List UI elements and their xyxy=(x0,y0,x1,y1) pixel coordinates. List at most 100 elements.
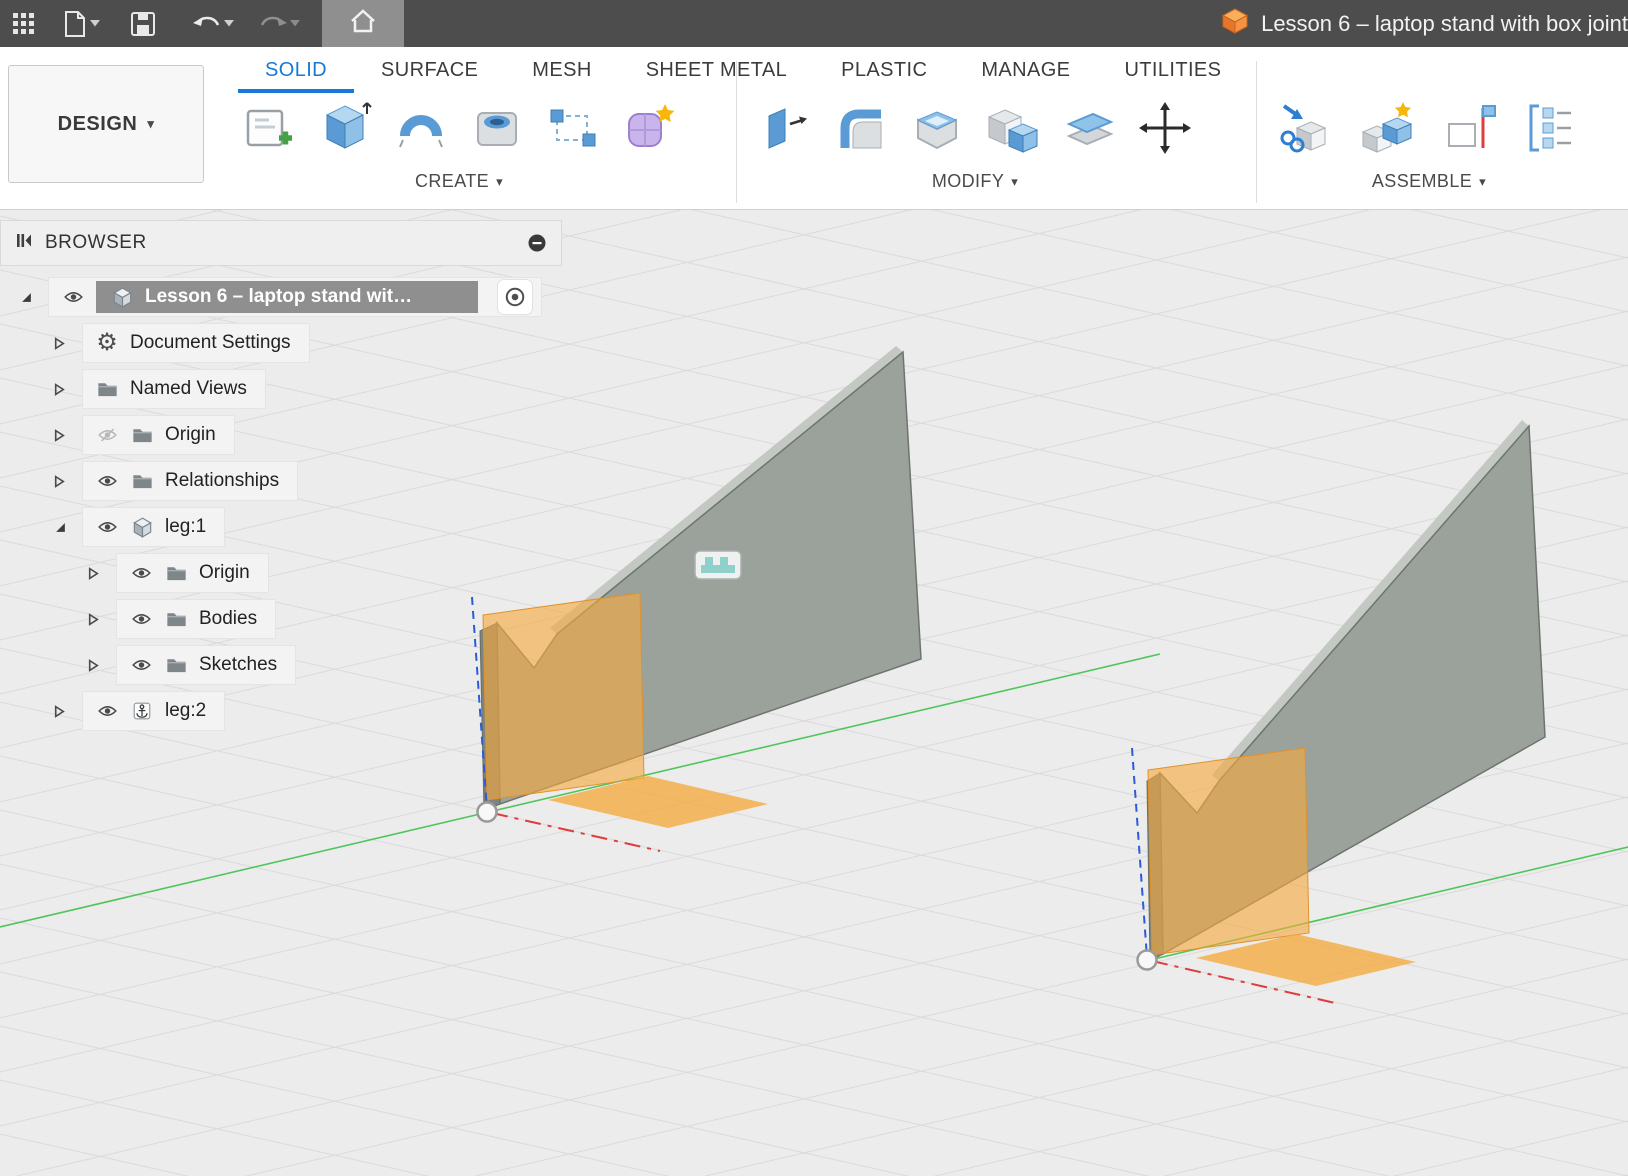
document-settings-item[interactable]: ⚙ Document Settings xyxy=(82,323,310,363)
press-pull-icon[interactable] xyxy=(756,99,814,157)
visibility-eye-off-icon[interactable] xyxy=(95,428,119,442)
redo-dropdown-caret-icon[interactable] xyxy=(290,20,300,27)
app-grid-icon[interactable] xyxy=(6,0,42,47)
undo-icon[interactable] xyxy=(186,0,240,47)
grounded-component-icon xyxy=(130,701,154,721)
modify-tool-group xyxy=(756,99,1194,157)
group-divider xyxy=(1256,61,1257,203)
origin-item[interactable]: Origin xyxy=(82,415,235,455)
offset-plane-icon[interactable] xyxy=(1060,99,1118,157)
create-group-label[interactable]: CREATE ▾ xyxy=(240,171,678,192)
folder-icon xyxy=(95,381,119,397)
activate-component-radio[interactable] xyxy=(497,279,533,315)
workspace-label: DESIGN xyxy=(58,113,138,136)
extrude-icon[interactable] xyxy=(316,99,374,157)
rigid-group-icon[interactable] xyxy=(1522,99,1580,157)
expander-collapsed-icon[interactable] xyxy=(88,567,116,580)
visibility-eye-icon[interactable] xyxy=(129,612,153,626)
create-form-icon[interactable] xyxy=(620,99,678,157)
expander-collapsed-icon[interactable] xyxy=(54,337,82,350)
tree-item-label: leg:2 xyxy=(165,700,206,722)
tree-row-leg1-origin: Origin xyxy=(0,553,562,593)
fusion-app-window: Lesson 6 – laptop stand with box joint D… xyxy=(0,0,1628,1176)
assemble-tool-group xyxy=(1276,99,1580,157)
sketch-plane-right[interactable] xyxy=(1148,748,1309,955)
visibility-eye-icon[interactable] xyxy=(95,704,119,718)
assemble-group-label[interactable]: ASSEMBLE ▾ xyxy=(1276,171,1582,192)
expander-collapsed-icon[interactable] xyxy=(54,475,82,488)
tree-item-label: Relationships xyxy=(165,470,279,492)
save-icon[interactable] xyxy=(124,0,162,47)
leg1-bodies-item[interactable]: Bodies xyxy=(116,599,276,639)
origin-marker-right[interactable] xyxy=(1138,951,1157,970)
home-view-button[interactable] xyxy=(322,0,404,47)
browser-title: BROWSER xyxy=(45,232,147,254)
undo-dropdown-caret-icon[interactable] xyxy=(224,20,234,27)
minimize-browser-icon[interactable] xyxy=(527,233,547,253)
workspace-selector[interactable]: DESIGN ▾ xyxy=(8,65,204,183)
tab-sheet-metal[interactable]: SHEET METAL xyxy=(619,51,814,93)
root-component-item[interactable]: Lesson 6 – laptop stand wit… xyxy=(48,277,542,317)
visibility-eye-icon[interactable] xyxy=(95,474,119,488)
tree-row-origin: Origin xyxy=(0,415,562,455)
document-title-area: Lesson 6 – laptop stand with box joint xyxy=(1221,7,1628,40)
expander-expanded-icon[interactable] xyxy=(54,521,82,534)
combine-icon[interactable] xyxy=(984,99,1042,157)
expander-collapsed-icon[interactable] xyxy=(88,659,116,672)
expander-collapsed-icon[interactable] xyxy=(88,613,116,626)
viewport-3d[interactable]: BROWSER xyxy=(0,210,1628,1176)
tree-item-label: Origin xyxy=(199,562,250,584)
expander-expanded-icon[interactable] xyxy=(20,291,48,304)
leg1-sketches-item[interactable]: Sketches xyxy=(116,645,296,685)
tab-surface[interactable]: SURFACE xyxy=(354,51,505,93)
z-axis-right xyxy=(1132,748,1147,958)
visibility-eye-icon[interactable] xyxy=(129,566,153,580)
selected-item-highlight[interactable]: Lesson 6 – laptop stand wit… xyxy=(96,281,478,313)
visibility-eye-icon[interactable] xyxy=(95,520,119,534)
expander-collapsed-icon[interactable] xyxy=(54,383,82,396)
expander-collapsed-icon[interactable] xyxy=(54,429,82,442)
expander-collapsed-icon[interactable] xyxy=(54,705,82,718)
tab-utilities[interactable]: UTILITIES xyxy=(1097,51,1248,93)
visibility-eye-icon[interactable] xyxy=(129,658,153,672)
joint-origin-icon[interactable] xyxy=(1440,99,1498,157)
create-tool-group xyxy=(240,99,678,157)
modify-group-label[interactable]: MODIFY ▾ xyxy=(756,171,1194,192)
tree-item-label: Bodies xyxy=(199,608,257,630)
folder-icon xyxy=(164,565,188,581)
rectangular-pattern-icon[interactable] xyxy=(544,99,602,157)
browser-tree: Lesson 6 – laptop stand wit… ⚙ Docume xyxy=(0,277,562,731)
move-icon[interactable] xyxy=(1136,99,1194,157)
tab-plastic[interactable]: PLASTIC xyxy=(814,51,954,93)
tree-row-leg1: leg:1 xyxy=(0,507,562,547)
visibility-eye-icon[interactable] xyxy=(61,290,85,304)
browser-panel: BROWSER xyxy=(0,220,562,737)
tree-item-label: Named Views xyxy=(130,378,247,400)
fillet-icon[interactable] xyxy=(832,99,890,157)
named-views-item[interactable]: Named Views xyxy=(82,369,266,409)
create-caret-icon: ▾ xyxy=(496,174,503,190)
leg1-origin-item[interactable]: Origin xyxy=(116,553,269,593)
file-dropdown-caret-icon[interactable] xyxy=(90,20,100,27)
joint-icon[interactable] xyxy=(1358,99,1416,157)
tab-solid[interactable]: SOLID xyxy=(238,51,354,93)
collapse-browser-icon[interactable] xyxy=(15,232,33,254)
origin-marker-left[interactable] xyxy=(478,803,497,822)
leg2-item[interactable]: leg:2 xyxy=(82,691,225,731)
hole-icon[interactable] xyxy=(468,99,526,157)
new-component-icon[interactable] xyxy=(1276,99,1334,157)
leg1-item[interactable]: leg:1 xyxy=(82,507,225,547)
tab-manage[interactable]: MANAGE xyxy=(954,51,1097,93)
redo-icon[interactable] xyxy=(252,0,306,47)
tab-mesh[interactable]: MESH xyxy=(505,51,618,93)
relationships-item[interactable]: Relationships xyxy=(82,461,298,501)
ribbon-toolbar: DESIGN ▾ SOLID SURFACE MESH SHEET METAL … xyxy=(0,47,1628,210)
create-sketch-icon[interactable] xyxy=(240,99,298,157)
tree-item-label: leg:1 xyxy=(165,516,206,538)
workspace-caret-icon: ▾ xyxy=(147,116,154,132)
tree-row-leg1-sketches: Sketches xyxy=(0,645,562,685)
file-new-icon[interactable] xyxy=(56,0,106,47)
revolve-icon[interactable] xyxy=(392,99,450,157)
box-joint-feature-glyph[interactable] xyxy=(695,551,741,579)
shell-icon[interactable] xyxy=(908,99,966,157)
